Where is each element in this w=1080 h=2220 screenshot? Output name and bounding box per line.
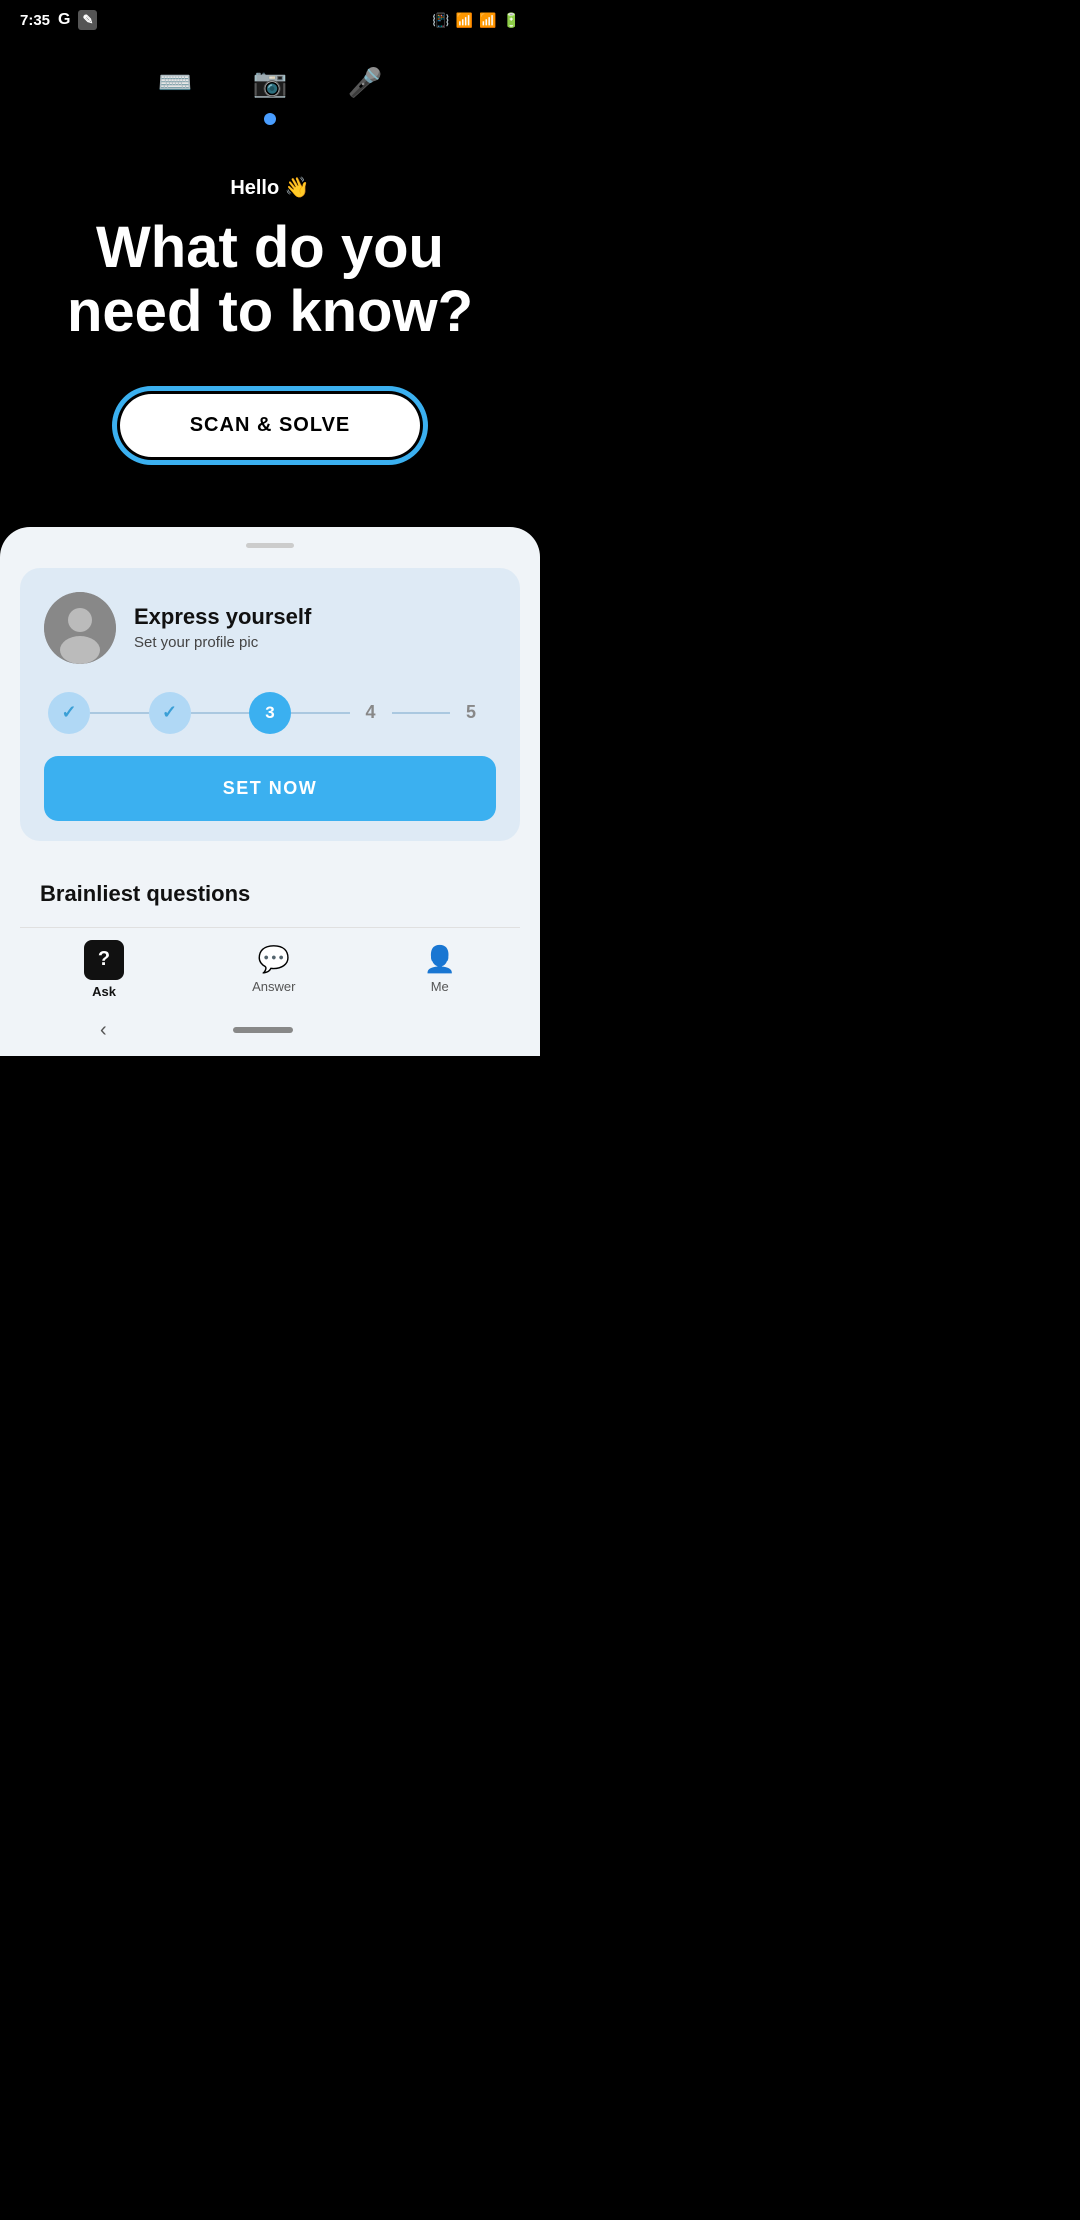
bottom-nav: ? Ask 💬 Answer 👤 Me: [20, 927, 520, 1009]
greeting-text: Hello 👋: [30, 175, 510, 200]
profile-title: Express yourself: [134, 604, 311, 630]
ask-icon: ?: [84, 940, 124, 980]
active-dot: [264, 113, 276, 125]
step-line-3: [291, 712, 350, 714]
profile-card: Express yourself Set your profile pic ✓ …: [20, 568, 520, 841]
brainliest-title: Brainliest questions: [40, 881, 500, 907]
system-nav: ‹: [20, 1009, 520, 1056]
camera-icon[interactable]: 📷: [253, 66, 288, 99]
vibrate-icon: 📳: [432, 12, 449, 29]
avatar: [44, 592, 116, 664]
back-button[interactable]: ‹: [100, 1019, 107, 1042]
nav-answer[interactable]: 💬 Answer: [252, 944, 295, 994]
step-line-2: [191, 712, 250, 714]
nav-me[interactable]: 👤 Me: [424, 944, 456, 994]
set-now-button[interactable]: SET NOW: [44, 756, 496, 821]
home-indicator[interactable]: [233, 1027, 293, 1033]
drag-handle[interactable]: [246, 543, 294, 548]
brainliest-section: Brainliest questions: [20, 861, 520, 907]
bottom-sheet: Express yourself Set your profile pic ✓ …: [0, 527, 540, 1056]
step-3: 3: [249, 692, 291, 734]
scan-solve-button[interactable]: SCAN & SOLVE: [120, 394, 421, 457]
input-method-row: ⌨️ 📷 🎤: [0, 36, 540, 109]
answer-label: Answer: [252, 979, 295, 994]
app-icon: ✎: [78, 10, 97, 30]
profile-text: Express yourself Set your profile pic: [134, 604, 311, 651]
step-5: 5: [450, 692, 492, 734]
tab-indicator: [0, 109, 540, 155]
step-1: ✓: [48, 692, 90, 734]
main-heading: What do you need to know?: [30, 216, 510, 344]
google-icon: G: [58, 11, 70, 29]
status-left: 7:35 G ✎: [20, 10, 97, 30]
microphone-icon[interactable]: 🎤: [347, 66, 382, 99]
steps-row: ✓ ✓ 3 4 5: [44, 692, 496, 734]
wifi-icon: 📶: [456, 12, 473, 29]
ask-label: Ask: [92, 984, 116, 999]
me-icon: 👤: [424, 944, 456, 975]
signal-icon: 📶: [479, 12, 496, 29]
nav-ask[interactable]: ? Ask: [84, 940, 124, 999]
step-line-4: [392, 712, 451, 714]
status-bar: 7:35 G ✎ 📳 📶 📶 🔋: [0, 0, 540, 36]
step-line-1: [90, 712, 149, 714]
hero-section: Hello 👋 What do you need to know? SCAN &…: [0, 155, 540, 527]
answer-icon: 💬: [258, 944, 290, 975]
profile-top: Express yourself Set your profile pic: [44, 592, 496, 664]
step-4: 4: [350, 692, 392, 734]
step-2: ✓: [149, 692, 191, 734]
scan-solve-wrapper: SCAN & SOLVE: [30, 394, 510, 457]
keyboard-icon[interactable]: ⌨️: [158, 66, 193, 99]
time-display: 7:35: [20, 12, 50, 29]
me-label: Me: [431, 979, 449, 994]
status-right: 📳 📶 📶 🔋: [432, 12, 520, 29]
profile-subtitle: Set your profile pic: [134, 634, 311, 651]
battery-icon: 🔋: [503, 12, 520, 29]
